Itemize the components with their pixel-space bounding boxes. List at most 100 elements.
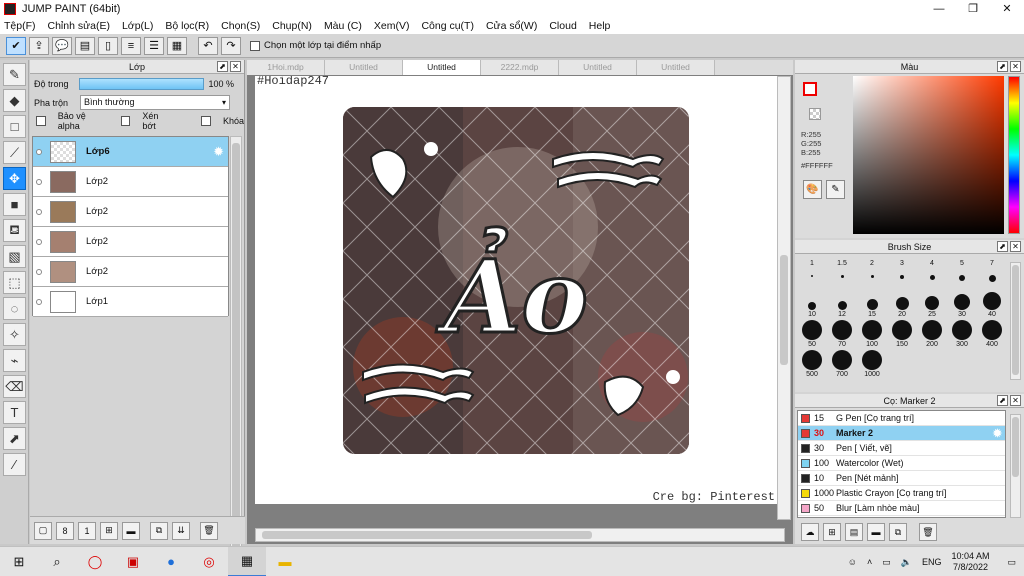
- brush-size-option[interactable]: 500: [797, 348, 827, 378]
- close-panel-icon[interactable]: ✕: [230, 61, 241, 72]
- select-rect-tool-icon[interactable]: ⬚: [3, 271, 26, 294]
- windows-start-icon[interactable]: ⊞: [0, 547, 38, 576]
- merge-layer-icon[interactable]: ⇊: [172, 521, 190, 540]
- layer-row[interactable]: Lớp2: [33, 227, 228, 257]
- brush-size-option[interactable]: 2: [857, 258, 887, 288]
- brush-size-option[interactable]: 100: [857, 318, 887, 348]
- chevron-up-icon[interactable]: ˄: [867, 557, 872, 567]
- tab-document[interactable]: Untitled: [325, 60, 403, 75]
- layer-row[interactable]: Lớp2: [33, 197, 228, 227]
- duplicate-layer-icon[interactable]: ⧉: [150, 521, 168, 540]
- document-canvas[interactable]: #Hoidap247 Ảo Cre bg: Pinterest: [255, 76, 777, 504]
- select-eraser-tool-icon[interactable]: ⌫: [3, 375, 26, 398]
- cloud-brush-icon[interactable]: ☁: [801, 523, 819, 541]
- zalo-icon[interactable]: ●: [152, 547, 190, 576]
- brush-item-selected[interactable]: 30 Marker 2 ✹: [798, 426, 1005, 441]
- new-layer-icon[interactable]: ▢: [34, 521, 52, 540]
- menu-tools[interactable]: Công cụ(T): [421, 20, 474, 32]
- visibility-toggle[interactable]: [36, 268, 42, 275]
- lasso-tool-icon[interactable]: ◌: [3, 297, 26, 320]
- maximize-button[interactable]: ❐: [956, 0, 990, 17]
- close-panel-icon[interactable]: ✕: [1010, 61, 1021, 72]
- visibility-toggle[interactable]: [36, 238, 42, 245]
- move-tool-icon[interactable]: ✥: [3, 167, 26, 190]
- menu-view[interactable]: Xem(V): [374, 20, 410, 32]
- panel-icon[interactable]: ▤: [75, 36, 95, 55]
- eyedropper-tool-icon[interactable]: ⁄: [3, 453, 26, 476]
- layer-row[interactable]: Lớp2: [33, 167, 228, 197]
- brush-item[interactable]: 15 G Pen [Cọ trang trí]: [798, 411, 1005, 426]
- add-layer-menu-icon[interactable]: ⊞: [100, 521, 118, 540]
- file-explorer-icon[interactable]: ▬: [266, 547, 304, 576]
- page-icon[interactable]: ▯: [98, 36, 118, 55]
- pick-layer-checkbox[interactable]: [250, 40, 260, 51]
- menu-cloud[interactable]: Cloud: [549, 20, 576, 32]
- blend-mode-select[interactable]: Bình thường ▾: [80, 95, 231, 110]
- brush-size-option[interactable]: 15: [857, 288, 887, 318]
- duplicate-brush-icon[interactable]: ⧉: [889, 523, 907, 541]
- brush-size-option[interactable]: 30: [947, 288, 977, 318]
- visibility-toggle[interactable]: [36, 148, 42, 155]
- brush-size-option[interactable]: 1: [797, 258, 827, 288]
- brush-size-option[interactable]: 50: [797, 318, 827, 348]
- brush-size-option[interactable]: 4: [917, 258, 947, 288]
- visibility-toggle[interactable]: [36, 298, 42, 305]
- brush-item[interactable]: 1000 Plastic Crayon [Cọ trang trí]: [798, 486, 1005, 501]
- opacity-slider[interactable]: [78, 77, 204, 90]
- menu-filter[interactable]: Bộ lọc(R): [165, 20, 209, 32]
- brush-size-option[interactable]: 150: [887, 318, 917, 348]
- menu-layer[interactable]: Lớp(L): [122, 20, 153, 32]
- magic-wand-tool-icon[interactable]: ✧: [3, 323, 26, 346]
- notification-icon[interactable]: ▭: [1007, 557, 1016, 568]
- volume-icon[interactable]: 🔈: [901, 557, 912, 568]
- folder-icon[interactable]: ▬: [122, 521, 140, 540]
- jump-paint-taskbar-icon[interactable]: ▦: [228, 546, 266, 576]
- search-icon[interactable]: ⌕: [38, 547, 76, 576]
- new-8bit-layer-icon[interactable]: 8: [56, 521, 74, 540]
- opera-gx-icon[interactable]: ◎: [190, 547, 228, 576]
- palette-icon[interactable]: 🎨: [803, 180, 822, 199]
- grid-icon[interactable]: ▦: [167, 36, 187, 55]
- trash-icon[interactable]: 🗑: [919, 523, 937, 541]
- brush-item[interactable]: 100 Watercolor (Wet): [798, 456, 1005, 471]
- brush-size-option[interactable]: 25: [917, 288, 947, 318]
- tab-document-active[interactable]: Untitled: [403, 60, 481, 75]
- brush-scrollbar[interactable]: [1010, 262, 1021, 380]
- menu-color[interactable]: Màu (C): [324, 20, 362, 32]
- menu-file[interactable]: Tệp(F): [4, 20, 36, 32]
- undock-icon[interactable]: ⬈: [997, 61, 1008, 72]
- brush-settings-icon[interactable]: ▤: [845, 523, 863, 541]
- people-icon[interactable]: ☺: [848, 557, 857, 567]
- brush-size-option[interactable]: 200: [917, 318, 947, 348]
- close-panel-icon[interactable]: ✕: [1010, 395, 1021, 406]
- gradient-tool-icon[interactable]: ▧: [3, 245, 26, 268]
- add-brush-icon[interactable]: ⊞: [823, 523, 841, 541]
- canvas-vertical-scrollbar[interactable]: [777, 76, 791, 520]
- close-panel-icon[interactable]: ✕: [1010, 241, 1021, 252]
- saturation-value-picker[interactable]: [853, 76, 1004, 234]
- brush-size-option[interactable]: 70: [827, 318, 857, 348]
- layer-row[interactable]: Lớp6 ✹: [33, 137, 228, 167]
- brush-size-option[interactable]: 7: [977, 258, 1007, 288]
- document-icon[interactable]: ≡: [121, 36, 141, 55]
- brush-size-option[interactable]: 12: [827, 288, 857, 318]
- gear-icon[interactable]: ✹: [993, 427, 1002, 440]
- menu-edit[interactable]: Chỉnh sửa(E): [48, 20, 110, 32]
- hue-slider[interactable]: [1008, 76, 1020, 234]
- canvas-horizontal-scrollbar[interactable]: [255, 528, 785, 542]
- brush-tool-icon[interactable]: ✎: [3, 63, 26, 86]
- clip-checkbox[interactable]: [120, 116, 131, 126]
- layer-scrollbar[interactable]: [230, 136, 242, 576]
- transparent-color-swatch[interactable]: [809, 108, 821, 120]
- palette-picker-icon[interactable]: ✎: [826, 180, 845, 199]
- menu-select[interactable]: Chọn(S): [221, 20, 260, 32]
- brush-item[interactable]: 10 Pen [Nét mảnh]: [798, 471, 1005, 486]
- clock[interactable]: 10:04 AM 7/8/2022: [951, 551, 989, 573]
- check-icon[interactable]: ✔: [6, 36, 26, 55]
- close-button[interactable]: ✕: [990, 0, 1024, 17]
- app-grid-icon[interactable]: ▣: [114, 547, 152, 576]
- visibility-toggle[interactable]: [36, 178, 42, 185]
- layer-row[interactable]: Lớp1: [33, 287, 228, 317]
- gear-icon[interactable]: ✹: [213, 144, 224, 160]
- opera-icon[interactable]: ◯: [76, 547, 114, 576]
